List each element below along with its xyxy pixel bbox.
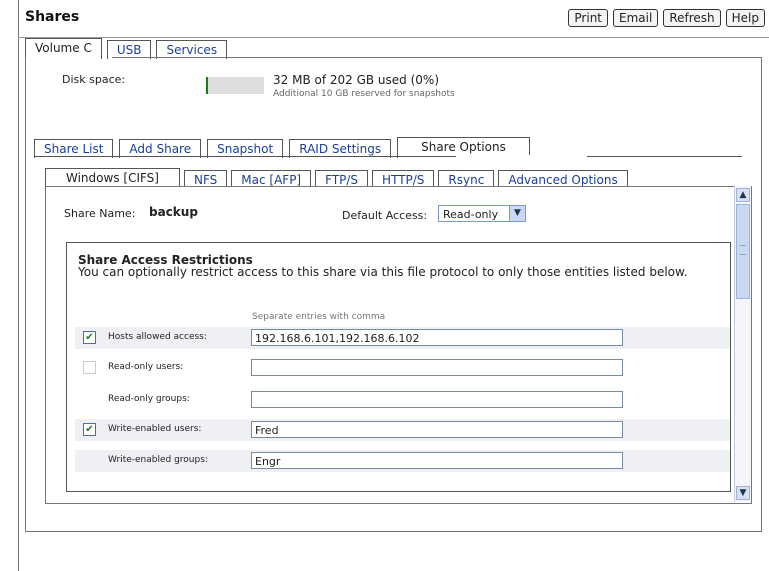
disk-space-label: Disk space: [62,73,126,86]
read-only-users-input[interactable] [251,359,623,376]
read-only-groups-row: Read-only groups: [75,389,730,411]
write-enabled-groups-input[interactable]: Engr [251,452,623,469]
panel-scrollbar[interactable]: ▲ ▼ [734,186,751,502]
refresh-button[interactable]: Refresh [663,9,721,27]
share-name-value: backup [149,205,198,219]
hosts-allowed-checkbox[interactable]: ✔ [83,331,96,344]
scroll-down-icon[interactable]: ▼ [736,486,750,500]
write-enabled-users-label: Write-enabled users: [108,424,202,434]
write-enabled-users-input[interactable]: Fred [251,421,623,438]
top-toolbar: Print Email Refresh Help [568,9,765,27]
active-tab-gap [456,155,587,158]
write-enabled-users-row: ✔ Write-enabled users: Fred [75,419,730,441]
hosts-allowed-label: Hosts allowed access: [108,332,207,342]
default-access-label: Default Access: [342,209,428,222]
read-only-groups-input[interactable] [251,391,623,408]
disk-usage-fill [206,77,208,94]
write-enabled-groups-label: Write-enabled groups: [108,455,208,465]
default-access-value: Read-only [443,208,499,221]
tab-volume-c[interactable]: Volume C [25,38,102,59]
hosts-allowed-input[interactable]: 192.168.6.101,192.168.6.102 [251,329,623,346]
default-access-select[interactable]: Read-only ▼ [438,205,526,222]
scroll-up-icon[interactable]: ▲ [736,188,750,202]
scrollbar-thumb[interactable] [736,204,750,299]
read-only-users-checkbox[interactable] [83,361,96,374]
chevron-down-icon[interactable]: ▼ [509,206,525,221]
hosts-allowed-row: ✔ Hosts allowed access: 192.168.6.101,19… [75,327,730,349]
write-enabled-groups-row: Write-enabled groups: Engr [75,450,730,472]
share-name-label: Share Name: [64,207,136,220]
disk-usage-bar [206,77,264,94]
page-title: Shares [25,9,80,25]
help-button[interactable]: Help [725,9,765,27]
email-button[interactable]: Email [613,9,659,27]
disk-used-text: 32 MB of 202 GB used (0%) [273,73,440,87]
restrictions-description: You can optionally restrict access to th… [78,265,688,279]
write-enabled-users-checkbox[interactable]: ✔ [83,423,96,436]
separator-note: Separate entries with comma [252,312,386,322]
disk-reserved-text: Additional 10 GB reserved for snapshots [273,89,455,99]
read-only-groups-label: Read-only groups: [108,394,190,404]
volume-tabs: Volume C USB Services [25,38,232,59]
read-only-users-row: Read-only users: [75,357,730,379]
read-only-users-label: Read-only users: [108,362,184,372]
share-tabs-divider [34,156,742,157]
print-button[interactable]: Print [568,9,609,27]
